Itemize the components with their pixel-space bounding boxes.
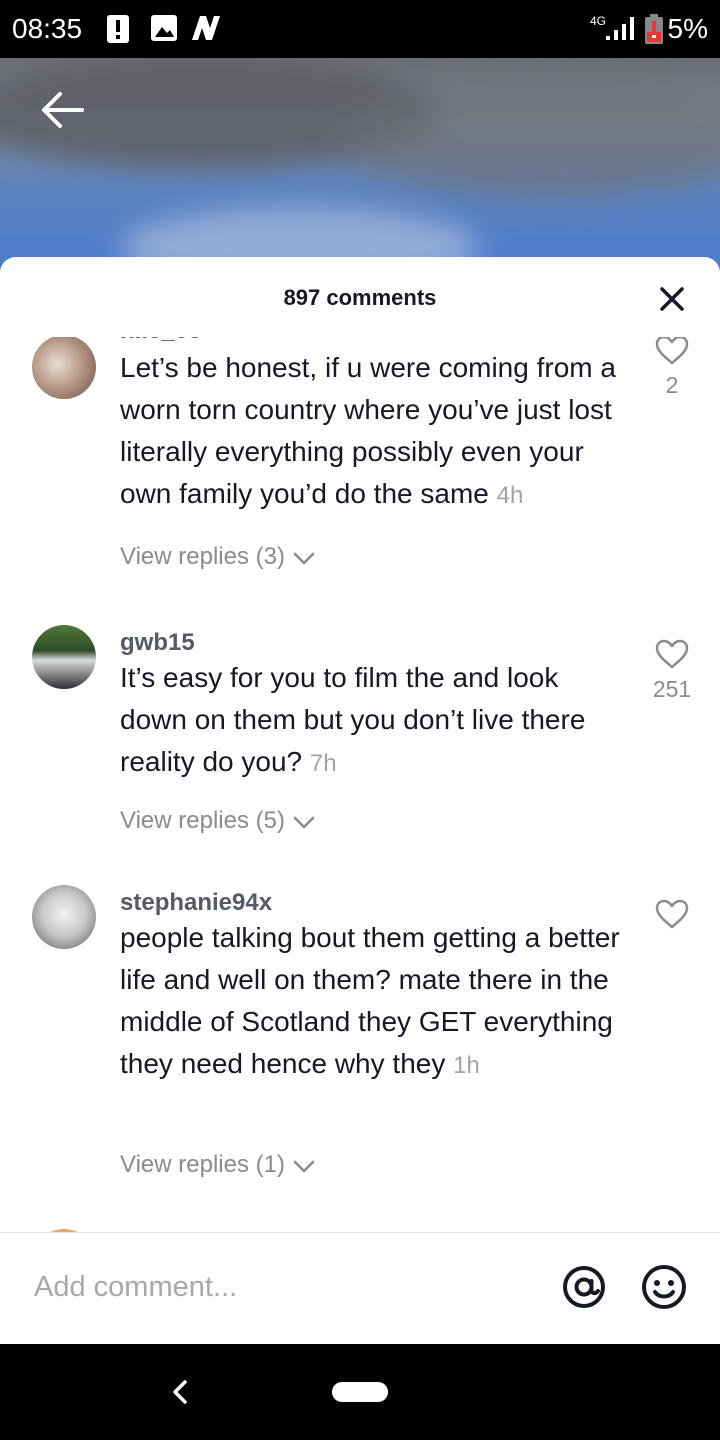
avatar[interactable] [32,337,96,399]
like-count: 2 [665,372,679,398]
comment-composer [0,1233,720,1344]
avatar[interactable] [32,625,96,689]
system-nav-bar [0,1344,720,1440]
heart-icon [655,337,689,365]
comment-time: 1h [453,1052,480,1079]
nav-home-pill[interactable] [332,1382,388,1402]
like-button[interactable] [640,899,704,936]
close-icon[interactable] [656,283,688,315]
sheet-header: 897 comments [0,257,720,337]
view-replies-button[interactable]: View replies (1) [120,1151,316,1179]
battery-icon [645,14,663,44]
view-replies-label: View replies (1) [120,1151,285,1178]
comment-username[interactable]: nile_03 [120,337,201,345]
heart-icon [655,899,689,929]
comment-list[interactable]: nile_03 Let’s be honest, if u were comin… [0,337,720,1232]
signal-icon [606,17,634,40]
view-replies-label: View replies (5) [120,807,285,834]
comment-body: Let’s be honest, if u were coming from a… [120,352,616,509]
view-replies-button[interactable]: View replies (3) [120,543,316,571]
like-button[interactable]: 251 [640,639,704,703]
alert-icon [107,15,129,43]
comments-sheet: 897 comments nile_03 Let’s be honest, if… [0,257,720,1344]
comment-text: people talking bout them getting a bette… [120,917,630,1087]
view-replies-label: View replies (3) [120,543,285,570]
comment-body: It’s easy for you to film the and look d… [120,662,586,777]
like-button[interactable]: 2 [640,337,704,399]
comment-username[interactable]: gwb15 [120,629,195,657]
comment-username[interactable]: stephanie94x [120,889,272,917]
nav-back-icon[interactable] [168,1372,192,1412]
comment-text: It’s easy for you to film the and look d… [120,657,630,785]
comment-text: Let’s be honest, if u were coming from a… [120,347,630,517]
view-replies-button[interactable]: View replies (5) [120,807,316,835]
video-background [0,58,720,278]
like-count: 251 [652,676,692,702]
status-bar: 08:35 4G 5% [0,0,720,58]
emoji-icon[interactable] [640,1263,688,1311]
battery-percent: 5% [667,13,708,44]
comment-time: 4h [496,482,524,509]
comments-count: 897 comments [283,285,437,310]
mention-icon[interactable] [560,1263,608,1311]
image-icon [151,15,177,41]
back-arrow-icon[interactable] [38,88,86,132]
n-icon [192,16,220,40]
comment-body: people talking bout them getting a bette… [120,922,620,1079]
chevron-down-icon [293,1160,314,1173]
avatar[interactable] [32,885,96,949]
comment-input[interactable] [32,1261,536,1313]
chevron-down-icon [293,816,314,829]
heart-icon [655,639,689,669]
chevron-down-icon [293,552,314,565]
comment-time: 7h [309,750,337,777]
status-time: 08:35 [12,13,83,44]
